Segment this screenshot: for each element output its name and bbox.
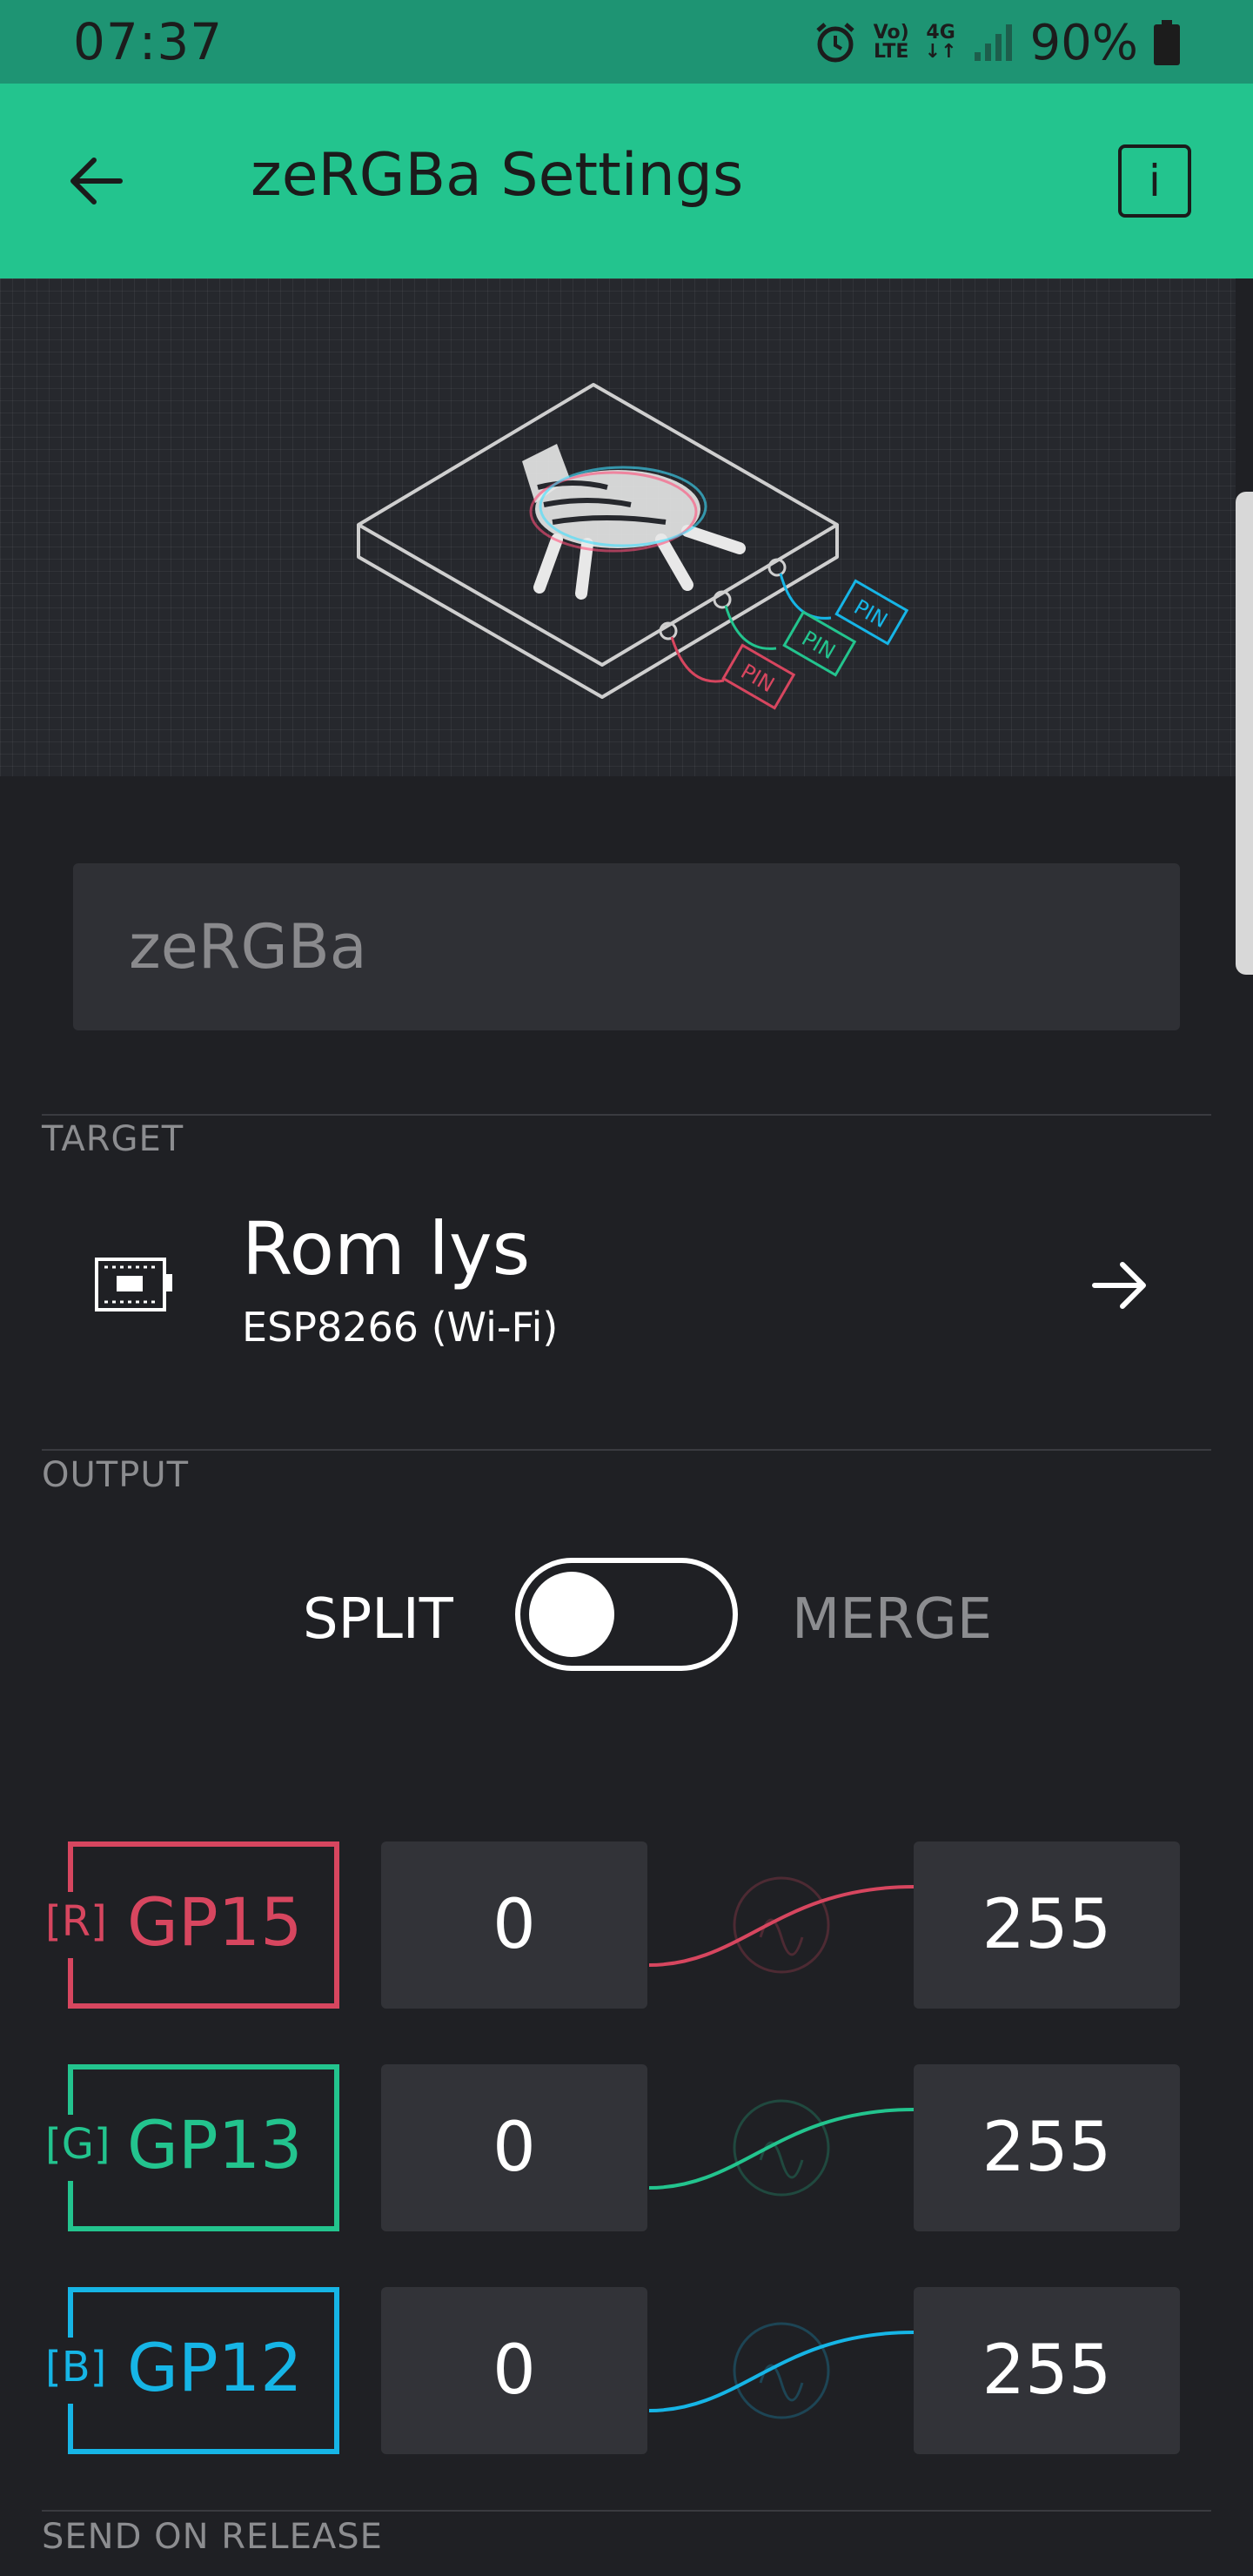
channel-label-red: [R] bbox=[45, 1897, 107, 1946]
mapping-curve-red bbox=[648, 1876, 915, 1974]
volte-line1: Vo) bbox=[873, 22, 909, 44]
mapping-curve-green bbox=[648, 2099, 915, 2197]
alarm-icon bbox=[813, 20, 858, 65]
pin-tag-green: PIN bbox=[798, 626, 840, 664]
pin-name-green: GP13 bbox=[127, 2106, 303, 2184]
zebra-icon bbox=[522, 444, 746, 600]
max-value-blue[interactable]: 255 bbox=[914, 2287, 1180, 2454]
channel-label-green: [G] bbox=[45, 2120, 111, 2169]
target-device-type: ESP8266 (Wi-Fi) bbox=[242, 1304, 559, 1351]
volte-line2: LTE bbox=[873, 41, 909, 63]
divider bbox=[42, 2510, 1211, 2512]
data-arrows-icon: ↓↑ bbox=[924, 41, 957, 63]
output-mode-toggle-row: SPLIT MERGE bbox=[0, 1558, 1253, 1671]
volte-icon: Vo) LTE bbox=[874, 23, 909, 62]
pin-name-blue: GP12 bbox=[127, 2329, 303, 2406]
pin-tag-red: PIN bbox=[737, 659, 779, 697]
min-value-blue[interactable]: 0 bbox=[381, 2287, 647, 2454]
scrollbar-thumb[interactable] bbox=[1236, 492, 1253, 975]
merge-label[interactable]: MERGE bbox=[792, 1587, 992, 1652]
network-type: 4G bbox=[926, 22, 955, 44]
max-value-red[interactable]: 255 bbox=[914, 1841, 1180, 2009]
zergba-device-illustration: PIN PIN PIN bbox=[357, 383, 909, 710]
split-merge-switch[interactable] bbox=[515, 1558, 738, 1671]
arrow-left-icon[interactable] bbox=[63, 150, 132, 212]
pin-name-red: GP15 bbox=[127, 1883, 303, 1961]
max-value-green[interactable]: 255 bbox=[914, 2064, 1180, 2231]
target-device-row[interactable]: Rom lys ESP8266 (Wi-Fi) bbox=[42, 1157, 1211, 1410]
min-value-red[interactable]: 0 bbox=[381, 1841, 647, 2009]
info-button[interactable]: i bbox=[1118, 144, 1191, 218]
channel-label-blue: [B] bbox=[45, 2343, 107, 2392]
send-on-release-section-label: SEND ON RELEASE bbox=[42, 2517, 383, 2557]
divider bbox=[42, 1449, 1211, 1451]
page-title: zeRGBa Settings bbox=[251, 141, 744, 210]
pin-row-green: [G] GP13 0 255 bbox=[0, 2064, 1253, 2231]
target-device-name: Rom lys bbox=[242, 1206, 531, 1291]
status-icons: Vo) LTE 4G ↓↑ 90% bbox=[813, 12, 1180, 73]
widget-name-input[interactable] bbox=[73, 863, 1180, 1030]
app-bar: zeRGBa Settings i bbox=[0, 84, 1253, 278]
output-section-label: OUTPUT bbox=[42, 1455, 190, 1495]
network-4g-icon: 4G ↓↑ bbox=[925, 23, 957, 62]
pin-tag-blue: PIN bbox=[850, 594, 892, 633]
status-time: 07:37 bbox=[73, 12, 224, 71]
target-section-label: TARGET bbox=[42, 1119, 184, 1159]
mapping-curve-blue bbox=[648, 2322, 915, 2419]
widget-illustration: PIN PIN PIN bbox=[0, 278, 1236, 776]
battery-icon bbox=[1154, 20, 1180, 65]
pin-row-red: [R] GP15 0 255 bbox=[0, 1841, 1253, 2009]
split-label[interactable]: SPLIT bbox=[303, 1587, 453, 1652]
battery-percent: 90% bbox=[1029, 14, 1138, 71]
arrow-right-icon bbox=[1086, 1255, 1156, 1316]
min-value-green[interactable]: 0 bbox=[381, 2064, 647, 2231]
pin-row-blue: [B] GP12 0 255 bbox=[0, 2287, 1253, 2454]
divider bbox=[42, 1114, 1211, 1116]
switch-knob bbox=[529, 1572, 614, 1657]
status-bar: 07:37 Vo) LTE 4G ↓↑ 90% bbox=[0, 0, 1253, 84]
signal-icon bbox=[973, 23, 1015, 63]
device-board-icon bbox=[94, 1255, 172, 1314]
